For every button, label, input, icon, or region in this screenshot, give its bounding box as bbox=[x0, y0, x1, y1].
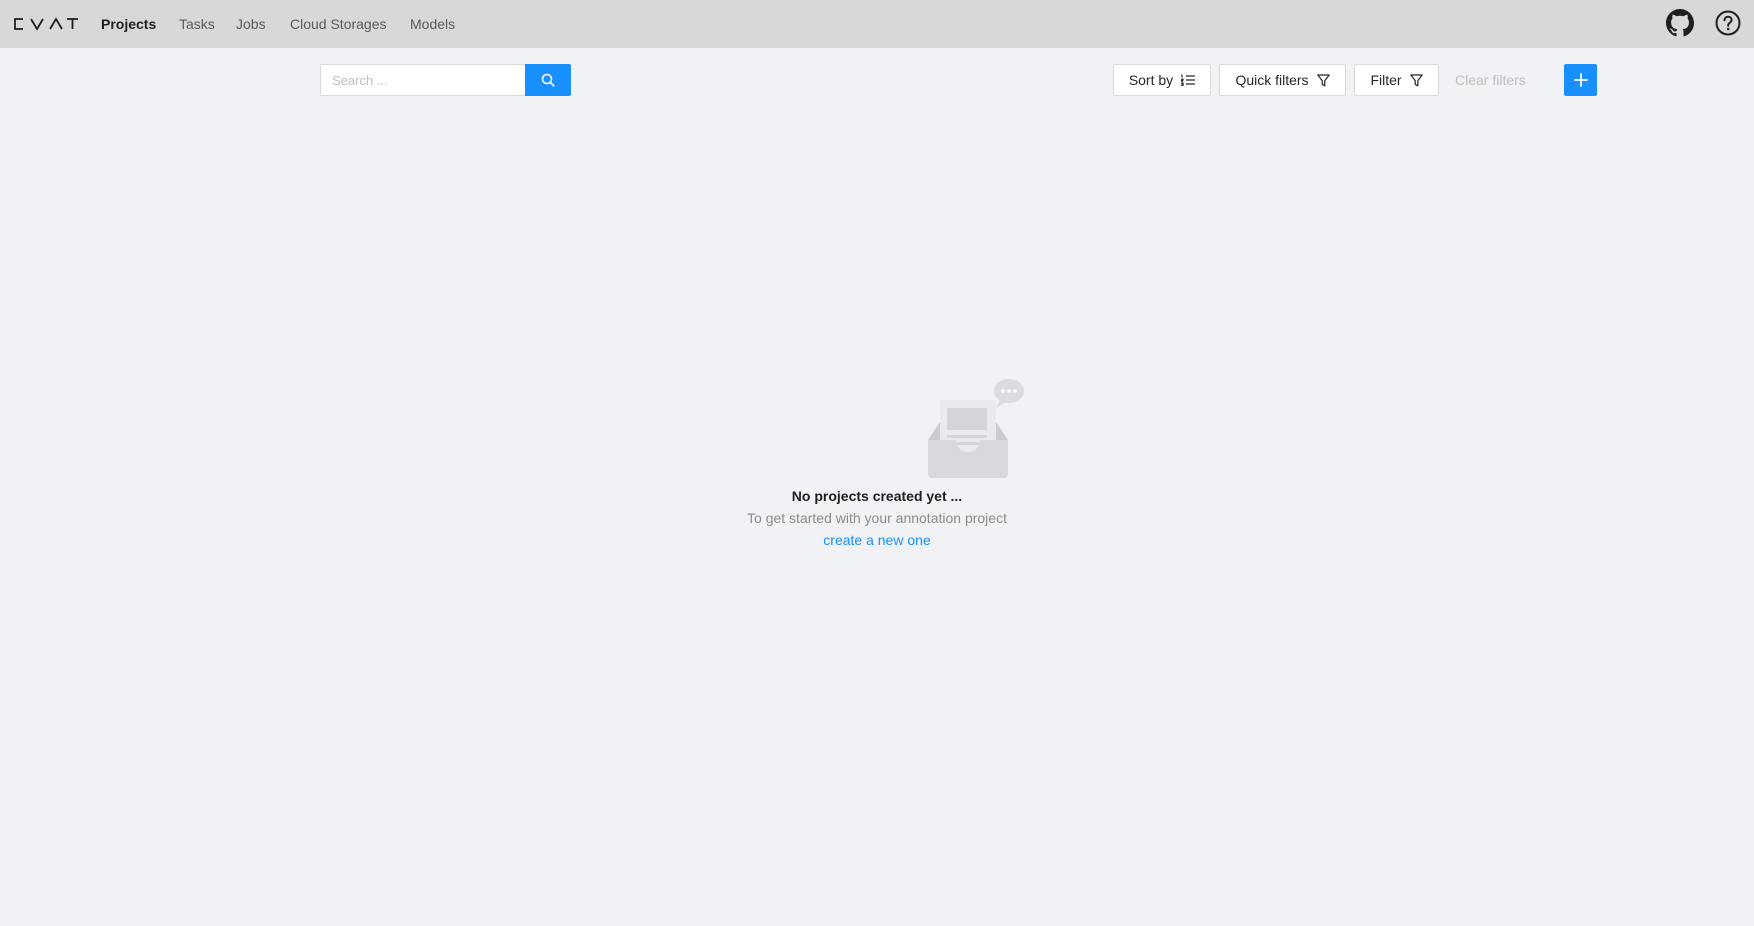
ordered-list-icon bbox=[1181, 74, 1196, 86]
quick-filters-label: Quick filters bbox=[1235, 72, 1309, 88]
nav-cloud-storages[interactable]: Cloud Storages bbox=[290, 14, 387, 34]
search-input[interactable] bbox=[320, 64, 525, 96]
sort-by-label: Sort by bbox=[1128, 72, 1174, 88]
search-group bbox=[320, 64, 571, 96]
github-icon[interactable] bbox=[1666, 9, 1694, 37]
filter-funnel-icon bbox=[1409, 73, 1423, 86]
plus-icon bbox=[1573, 73, 1588, 87]
quick-filters-button[interactable]: Quick filters bbox=[1219, 64, 1346, 96]
clear-filters-button[interactable]: Clear filters bbox=[1455, 70, 1526, 90]
nav-jobs[interactable]: Jobs bbox=[236, 14, 266, 34]
add-project-button[interactable] bbox=[1564, 64, 1597, 96]
top-navigation-bar: Projects Tasks Jobs Cloud Storages Model… bbox=[0, 0, 1754, 48]
search-button[interactable] bbox=[525, 64, 571, 96]
empty-state-subtitle: To get started with your annotation proj… bbox=[747, 510, 1007, 526]
filter-label: Filter bbox=[1370, 72, 1402, 88]
search-icon bbox=[541, 73, 555, 87]
help-circle-icon[interactable] bbox=[1714, 9, 1742, 37]
empty-state-title: No projects created yet ... bbox=[791, 488, 963, 504]
nav-models[interactable]: Models bbox=[410, 14, 455, 34]
create-new-project-link[interactable]: create a new one bbox=[87, 532, 1667, 548]
empty-inbox-icon bbox=[928, 379, 1024, 478]
nav-tasks[interactable]: Tasks bbox=[179, 14, 215, 34]
filter-button[interactable]: Filter bbox=[1354, 64, 1439, 96]
nav-projects[interactable]: Projects bbox=[101, 14, 156, 34]
cvat-logo[interactable] bbox=[12, 15, 78, 33]
sort-by-button[interactable]: Sort by bbox=[1113, 64, 1211, 96]
filter-funnel-icon bbox=[1316, 73, 1330, 86]
